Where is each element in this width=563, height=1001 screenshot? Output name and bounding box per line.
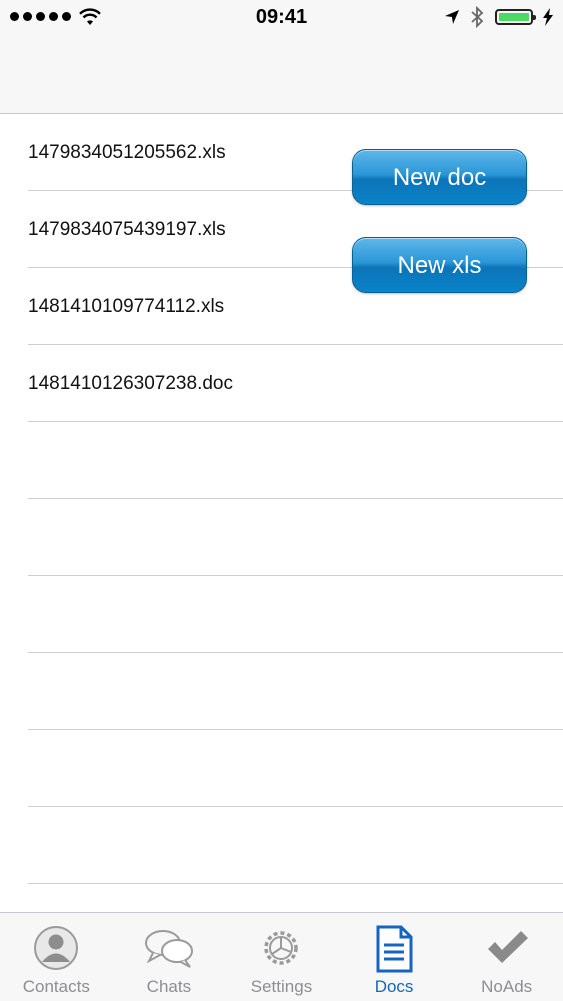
tab-label: Settings	[250, 977, 313, 996]
empty-list-item	[28, 422, 563, 499]
new-xls-button[interactable]: New xls	[352, 237, 527, 293]
navigation-bar	[0, 36, 563, 114]
tab-docs[interactable]: Docs	[338, 913, 451, 1001]
tab-noads[interactable]: NoAds	[450, 913, 563, 1001]
tab-label: Chats	[146, 977, 192, 996]
tab-settings[interactable]: Settings	[225, 913, 338, 1001]
tab-label: Docs	[374, 977, 414, 996]
status-bar: 09:41	[0, 0, 563, 36]
charging-bolt-icon	[543, 8, 553, 26]
document-name: 1479834051205562.xls	[28, 142, 226, 163]
battery-icon	[495, 9, 536, 25]
document-name: 1479834075439197.xls	[28, 219, 226, 240]
checkmark-icon	[487, 931, 528, 963]
bluetooth-icon	[471, 6, 484, 28]
tab-label: Contacts	[22, 977, 90, 996]
empty-list-item	[28, 576, 563, 653]
empty-list-item	[28, 730, 563, 807]
list-item[interactable]: 1481410126307238.doc	[28, 345, 563, 422]
empty-list-item	[28, 499, 563, 576]
tab-chats[interactable]: Chats	[113, 913, 226, 1001]
tab-bar: Contacts Chats Settings Docs NoAds	[0, 912, 563, 1001]
chat-bubbles-icon	[144, 930, 193, 968]
gear-icon	[264, 931, 299, 965]
new-doc-button[interactable]: New doc	[352, 149, 527, 205]
document-name: 1481410126307238.doc	[28, 373, 233, 394]
empty-list-item	[28, 807, 563, 884]
location-arrow-icon	[445, 10, 459, 24]
document-list: 1479834051205562.xls 1479834075439197.xl…	[0, 114, 563, 884]
tab-contacts[interactable]: Contacts	[0, 913, 113, 1001]
document-icon	[376, 925, 413, 973]
empty-list-item	[28, 653, 563, 730]
person-icon	[34, 926, 79, 970]
tab-label: NoAds	[481, 977, 533, 996]
document-name: 1481410109774112.xls	[28, 296, 225, 317]
